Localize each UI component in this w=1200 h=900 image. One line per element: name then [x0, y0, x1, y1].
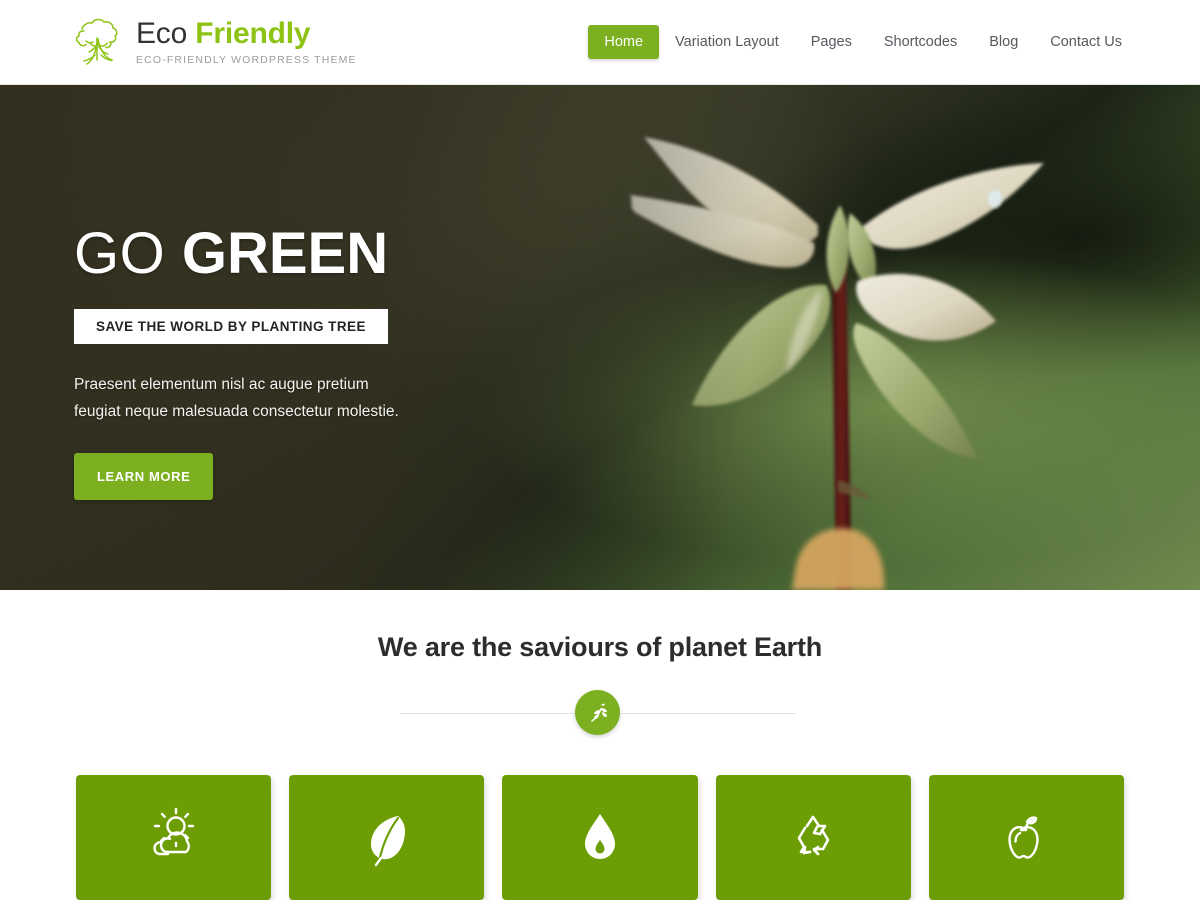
leaf-icon — [370, 815, 405, 866]
site-logo[interactable]: Eco Friendly ECO-FRIENDLY WORDPRESS THEM… — [70, 13, 357, 71]
hero-description: Praesent elementum nisl ac augue pretium… — [74, 376, 399, 421]
sun-cloud-icon — [152, 807, 194, 855]
section-heading: We are the saviours of planet Earth — [377, 632, 823, 662]
logo-title-primary: Eco — [136, 17, 188, 50]
service-card-recycle[interactable] — [715, 775, 911, 900]
hero-title-light: GO — [74, 221, 166, 286]
hero-content: GO GREEN SAVE THE WORLD BY PLANTING TREE… — [74, 225, 494, 501]
logo-text-block: Eco Friendly ECO-FRIENDLY WORDPRESS THEM… — [136, 13, 357, 66]
logo-title-accent: Friendly — [195, 17, 311, 50]
service-card-water-drop[interactable] — [502, 775, 698, 900]
hero-tagline-banner: SAVE THE WORLD BY PLANTING TREE — [74, 309, 388, 344]
recycle-icon — [797, 815, 830, 855]
nav-item-shortcodes[interactable]: Shortcodes — [868, 25, 973, 59]
services-section: We are the saviours of planet Earth — [0, 590, 1200, 900]
main-navigation: Home Variation Layout Pages Shortcodes B… — [588, 25, 1138, 59]
nav-item-home[interactable]: Home — [588, 25, 660, 59]
divider-badge — [575, 690, 620, 735]
hero-title-bold: GREEN — [181, 221, 389, 286]
service-card-list — [76, 775, 1125, 900]
service-card-leaf[interactable] — [289, 775, 485, 900]
tree-icon — [75, 18, 118, 65]
nav-item-contact-us[interactable]: Contact Us — [1034, 25, 1138, 59]
water-drop-icon — [585, 813, 615, 859]
page-root: Eco Friendly ECO-FRIENDLY WORDPRESS THEM… — [0, 0, 1200, 900]
service-card-sun-cloud[interactable] — [76, 775, 272, 900]
leaf-branch-icon — [590, 703, 607, 722]
hero-banner: GO GREEN SAVE THE WORLD BY PLANTING TREE… — [0, 85, 1200, 590]
nav-item-blog[interactable]: Blog — [973, 25, 1034, 59]
nav-item-pages[interactable]: Pages — [795, 25, 868, 59]
hero-title: GO GREEN — [74, 225, 494, 283]
nav-item-variation-layout[interactable]: Variation Layout — [659, 25, 795, 59]
logo-tagline: ECO-FRIENDLY WORDPRESS THEME — [136, 53, 357, 66]
logo-title: Eco Friendly — [136, 18, 357, 50]
learn-more-button[interactable]: LEARN MORE — [74, 453, 214, 501]
apple-icon — [1008, 815, 1040, 859]
service-card-apple[interactable] — [928, 775, 1125, 900]
site-header: Eco Friendly ECO-FRIENDLY WORDPRESS THEM… — [0, 0, 1200, 85]
